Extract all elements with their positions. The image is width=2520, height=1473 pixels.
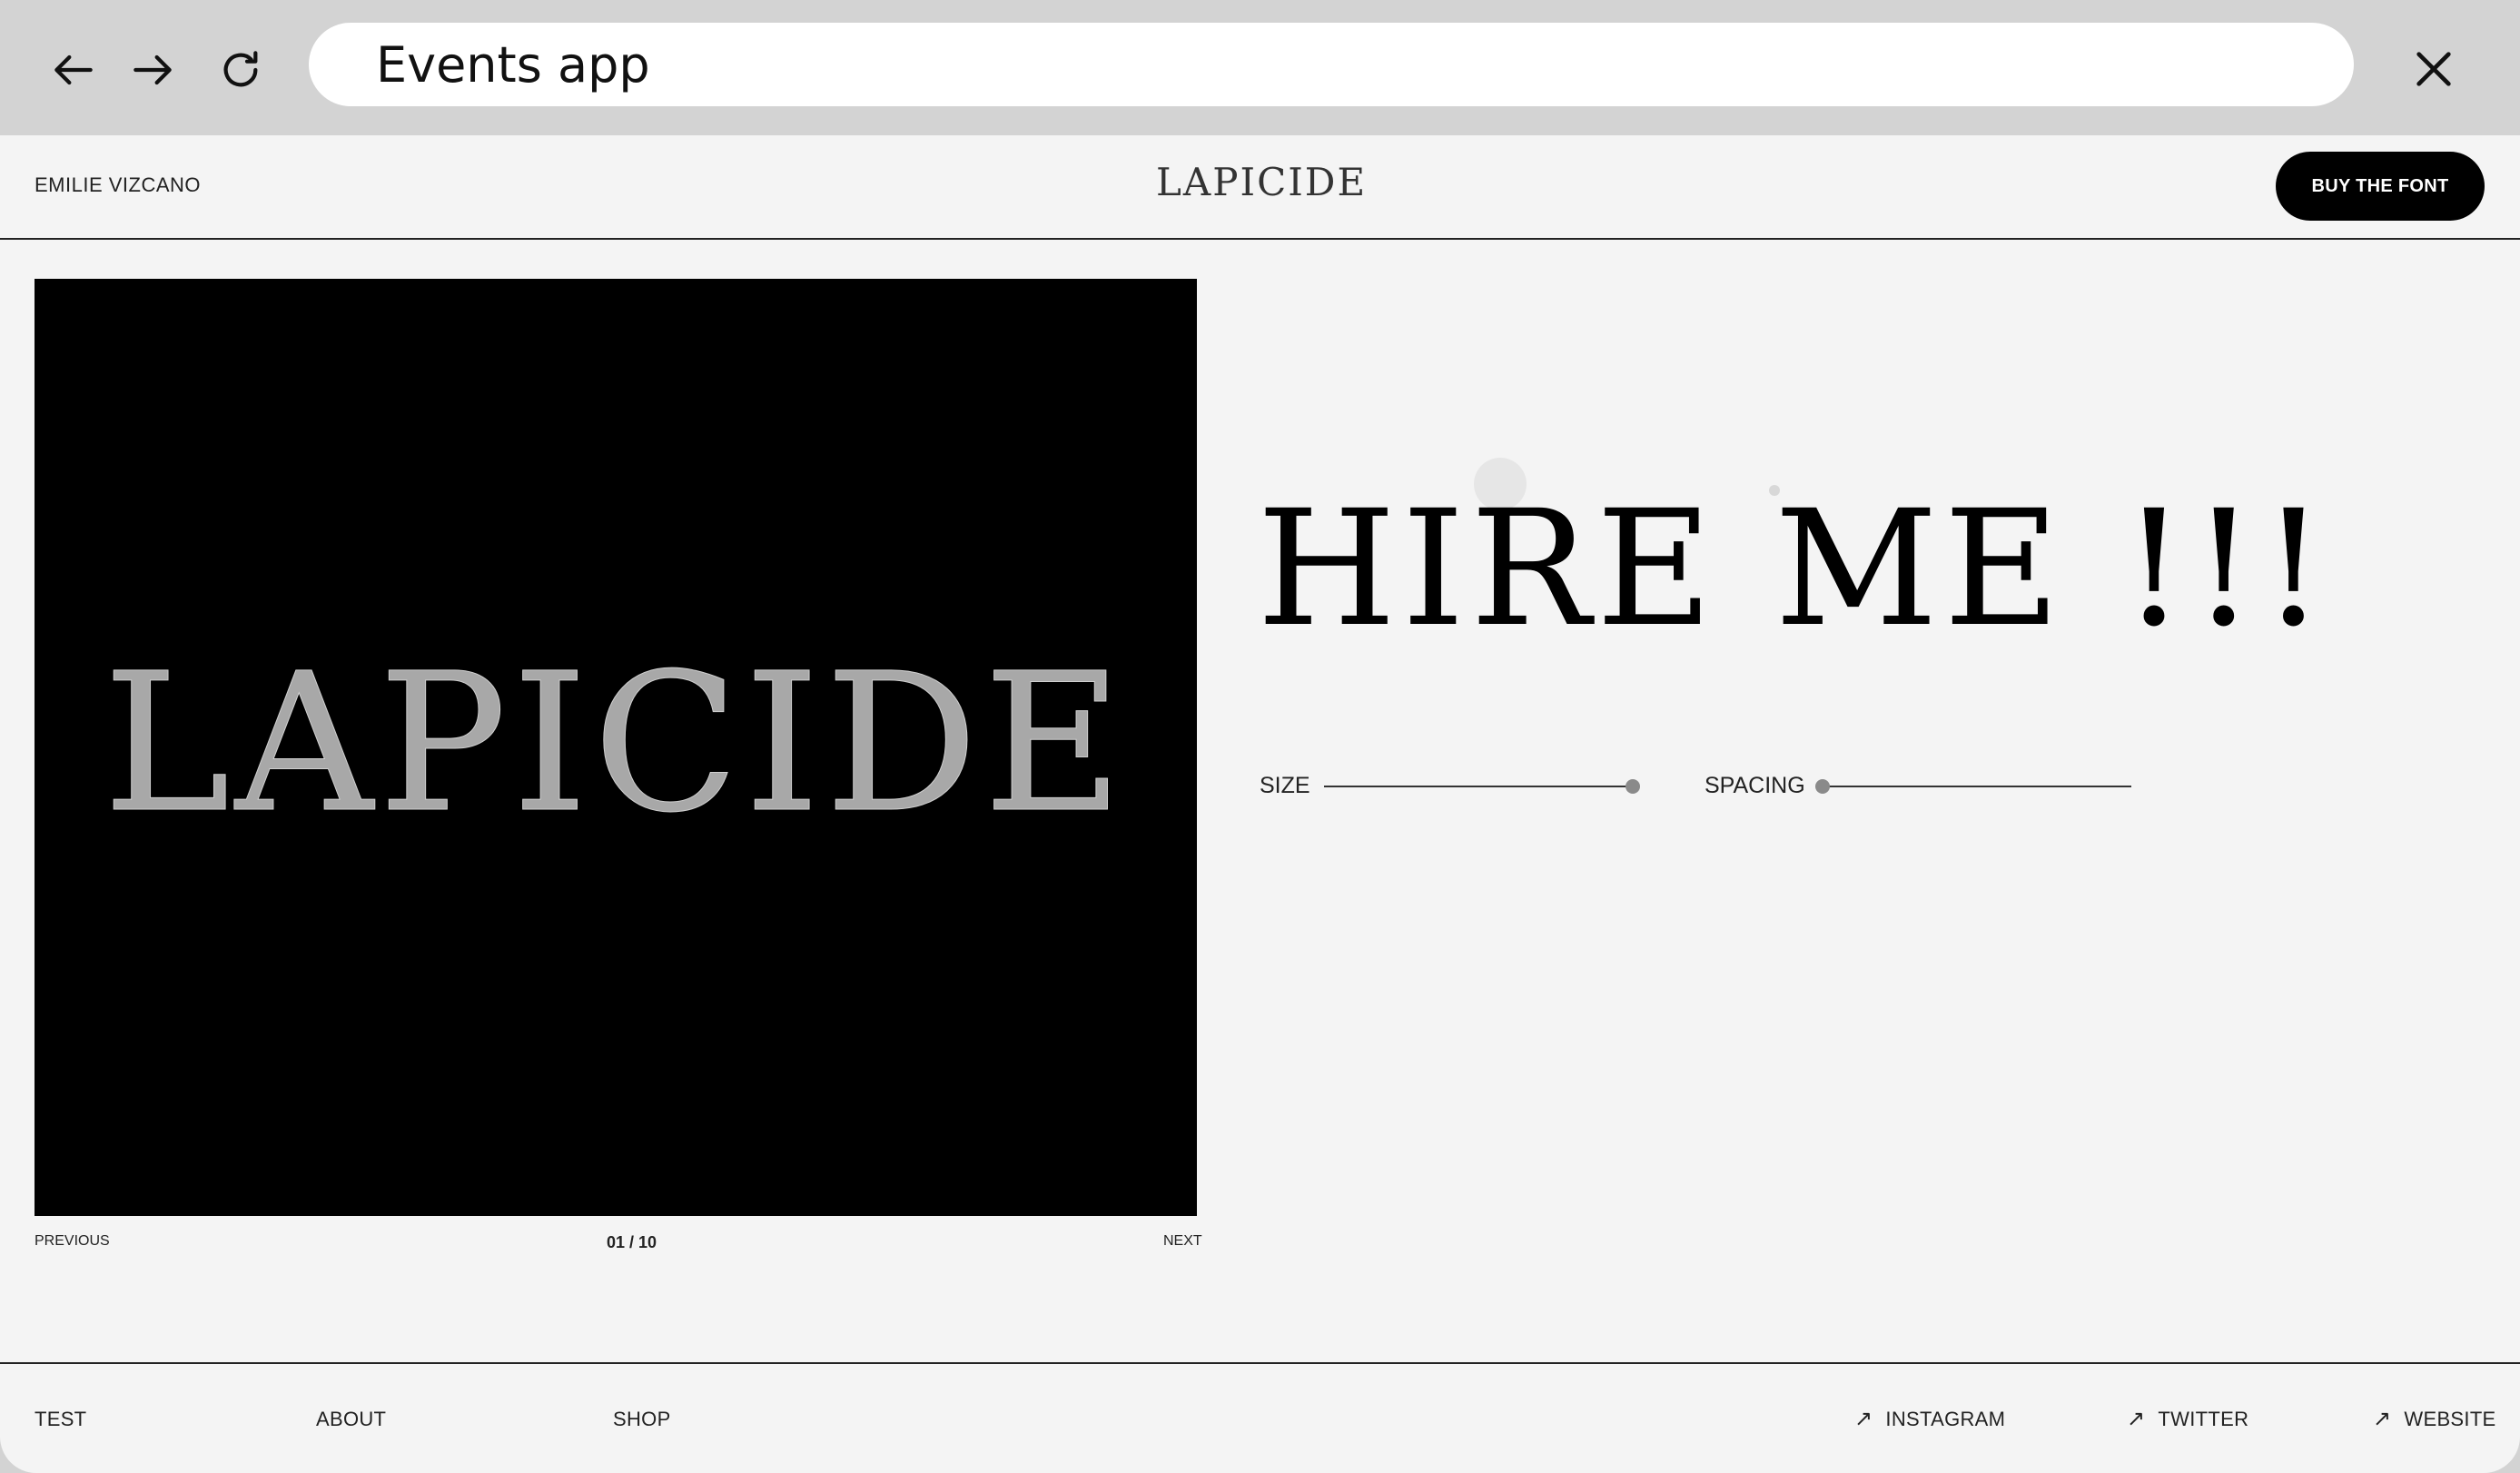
address-bar-text: Events app [376, 35, 650, 94]
web-page: EMILIE VIZCANO LAPICIDE BUY THE FONT LAP… [0, 135, 2520, 1473]
footer-link-about[interactable]: ABOUT [316, 1408, 386, 1431]
footer-link-website[interactable]: ↗ WEBSITE [2373, 1408, 2496, 1431]
footer-link-label: TWITTER [2158, 1408, 2249, 1430]
arrow-up-right-icon: ↗ [2127, 1407, 2146, 1431]
carousel-counter: 01 / 10 [607, 1233, 657, 1251]
arrow-up-right-icon: ↗ [1854, 1407, 1873, 1431]
size-slider-track[interactable] [1324, 786, 1633, 787]
carousel-previous-button[interactable]: PREVIOUS [35, 1233, 110, 1250]
address-bar[interactable]: Events app [309, 23, 2354, 106]
font-preview-image: LAPICIDE [35, 279, 1197, 1216]
spacing-slider-thumb[interactable] [1815, 779, 1830, 794]
size-slider-thumb[interactable] [1626, 779, 1640, 794]
site-header: EMILIE VIZCANO LAPICIDE BUY THE FONT [0, 135, 2520, 240]
reload-button[interactable] [207, 36, 274, 104]
spacing-slider-track[interactable] [1823, 786, 2131, 787]
carousel-next-button[interactable]: NEXT [1163, 1233, 1202, 1250]
back-button[interactable] [40, 36, 107, 104]
preview-word: LAPICIDE [103, 631, 1129, 855]
close-button[interactable] [2397, 33, 2470, 105]
footer-link-instagram[interactable]: ↗ INSTAGRAM [1854, 1408, 2005, 1431]
footer-link-shop[interactable]: SHOP [613, 1408, 671, 1431]
footer-link-label: WEBSITE [2404, 1408, 2496, 1430]
arrow-left-icon [54, 54, 93, 85]
footer-link-test[interactable]: TEST [35, 1408, 86, 1431]
type-tester-input[interactable]: HIRE ME !!! [1257, 489, 2347, 649]
close-icon [2416, 52, 2451, 86]
size-label: SIZE [1260, 773, 1310, 798]
browser-toolbar: Events app [0, 0, 2520, 135]
spacing-label: SPACING [1705, 773, 1805, 798]
reload-icon [223, 51, 258, 87]
arrow-up-right-icon: ↗ [2373, 1407, 2392, 1431]
footer-link-twitter[interactable]: ↗ TWITTER [2127, 1408, 2248, 1431]
buy-font-button[interactable]: BUY THE FONT [2276, 152, 2485, 221]
arrow-right-icon [133, 54, 172, 85]
footer-link-label: INSTAGRAM [1885, 1408, 2006, 1430]
brand-logo[interactable]: LAPICIDE [1156, 160, 1367, 204]
forward-button[interactable] [119, 36, 186, 104]
author-link[interactable]: EMILIE VIZCANO [35, 173, 201, 197]
